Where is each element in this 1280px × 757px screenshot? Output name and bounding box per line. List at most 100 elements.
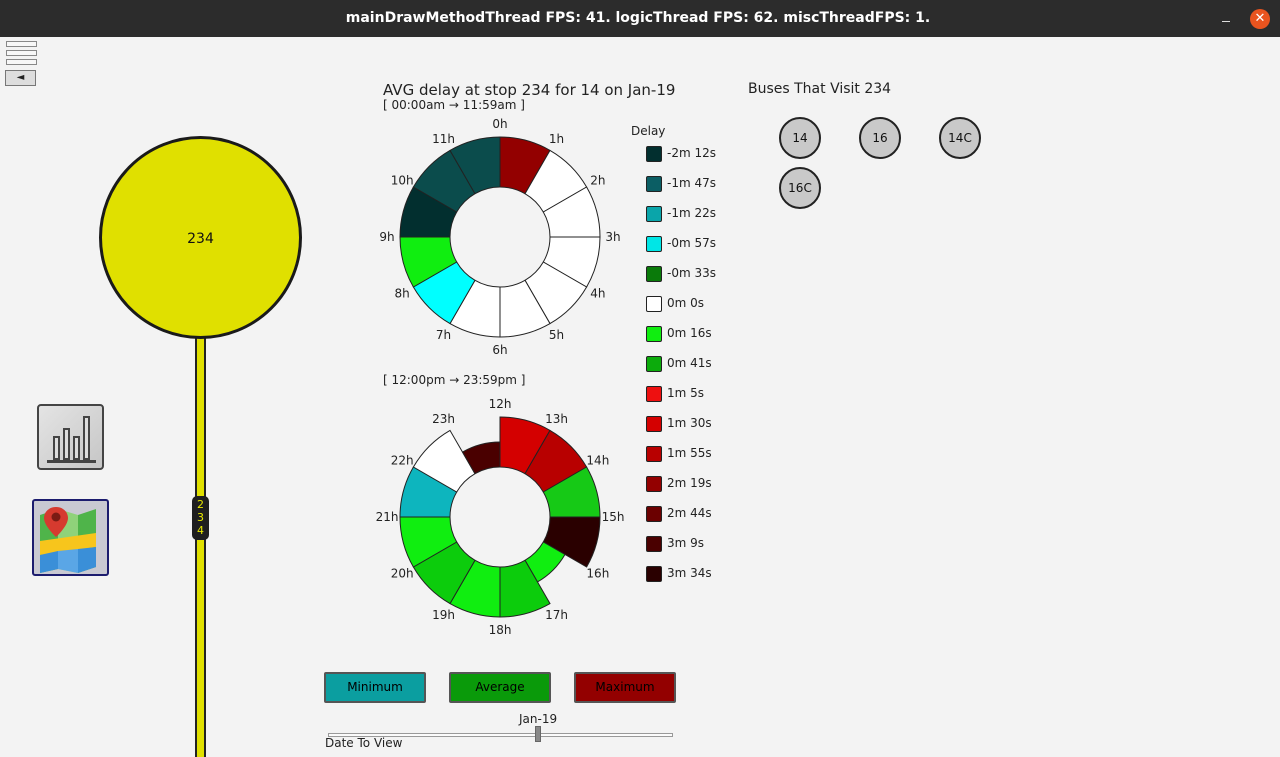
dial-hour-label: 1h bbox=[549, 132, 564, 146]
legend-label: 1m 5s bbox=[667, 386, 705, 400]
legend-label: 0m 16s bbox=[667, 326, 712, 340]
dial-hour-label: 21h bbox=[376, 510, 399, 524]
legend-item: 3m 34s bbox=[646, 565, 736, 595]
legend-label: 1m 55s bbox=[667, 446, 712, 460]
dial-hour-label: 18h bbox=[489, 623, 512, 637]
legend-swatch bbox=[646, 296, 662, 312]
pm-range-label: [ 12:00pm → 23:59pm ] bbox=[383, 373, 526, 387]
legend-label: 3m 9s bbox=[667, 536, 705, 550]
dial-hour-label: 14h bbox=[586, 454, 609, 468]
legend-label: 0m 41s bbox=[667, 356, 712, 370]
date-slider-thumb[interactable] bbox=[535, 726, 542, 742]
bus-route-chip[interactable]: 14 bbox=[779, 117, 821, 159]
minimize-icon bbox=[1222, 21, 1230, 22]
dial-hour-label: 5h bbox=[549, 328, 564, 342]
buses-title: Buses That Visit 234 bbox=[748, 81, 892, 97]
legend-item: -1m 22s bbox=[646, 205, 736, 235]
legend-label: -1m 47s bbox=[667, 176, 716, 190]
map-pin-icon bbox=[40, 507, 96, 573]
dial-hour-label: 23h bbox=[432, 412, 455, 426]
dial-hour-label: 17h bbox=[545, 608, 568, 622]
legend-label: -0m 33s bbox=[667, 266, 716, 280]
legend-item: 0m 0s bbox=[646, 295, 736, 325]
bus-route-chip[interactable]: 16C bbox=[779, 167, 821, 209]
dial-hour-label: 20h bbox=[391, 567, 414, 581]
dial-hour-label: 6h bbox=[492, 343, 507, 357]
stop-circle[interactable]: 234 bbox=[99, 136, 302, 339]
legend-label: -0m 57s bbox=[667, 236, 716, 250]
bus-route-chip[interactable]: 14C bbox=[939, 117, 981, 159]
legend-swatch bbox=[646, 146, 662, 162]
legend-swatch bbox=[646, 416, 662, 432]
dial-hour-label: 7h bbox=[436, 328, 451, 342]
dial-hour-label: 13h bbox=[545, 412, 568, 426]
date-value: Jan-19 bbox=[519, 712, 558, 726]
pm-delay-dial: 12h 13h 14h 15h 16h 17h 18h 19h 20h 21h 22h 23h bbox=[376, 397, 625, 637]
legend-title: Delay bbox=[631, 124, 666, 138]
legend-swatch bbox=[646, 176, 662, 192]
am-delay-dial: 0h 1h 2h 3h 4h 5h 6h 7h 8h 9h 10h 11h bbox=[379, 117, 620, 357]
dial-hour-label: 10h bbox=[391, 174, 414, 188]
collapse-button[interactable]: ◄ bbox=[5, 70, 36, 86]
bar-chart-icon bbox=[47, 416, 96, 463]
legend-label: 0m 0s bbox=[667, 296, 705, 310]
dial-hour-label: 9h bbox=[379, 230, 394, 244]
chart-view-button[interactable] bbox=[37, 404, 104, 470]
legend-item: 1m 5s bbox=[646, 385, 736, 415]
legend-label: -2m 12s bbox=[667, 146, 716, 160]
dial-hour-label: 0h bbox=[492, 117, 507, 131]
legend-item: 2m 19s bbox=[646, 475, 736, 505]
legend-swatch bbox=[646, 506, 662, 522]
dial-hour-label: 12h bbox=[489, 397, 512, 411]
dial-hour-label: 2h bbox=[590, 174, 605, 188]
dial-hour-label: 4h bbox=[590, 287, 605, 301]
menu-icon[interactable] bbox=[6, 41, 37, 67]
legend-item: -0m 33s bbox=[646, 265, 736, 295]
dial-hour-label: 19h bbox=[432, 608, 455, 622]
maximum-button[interactable]: Maximum bbox=[574, 672, 676, 703]
legend-swatch bbox=[646, 536, 662, 552]
legend-swatch bbox=[646, 446, 662, 462]
legend-swatch bbox=[646, 476, 662, 492]
legend-item: -2m 12s bbox=[646, 145, 736, 175]
legend-swatch bbox=[646, 266, 662, 282]
minimize-button[interactable] bbox=[1216, 9, 1236, 29]
average-button[interactable]: Average bbox=[449, 672, 551, 703]
stop-marker-label: 2 3 4 bbox=[197, 498, 204, 537]
legend-item: 0m 41s bbox=[646, 355, 736, 385]
close-button[interactable]: ✕ bbox=[1250, 9, 1270, 29]
legend-item: -0m 57s bbox=[646, 235, 736, 265]
legend-swatch bbox=[646, 236, 662, 252]
delay-legend: -2m 12s -1m 47s -1m 22s -0m 57s -0m 33s 0m 0s… bbox=[646, 145, 736, 595]
date-slider-label: Date To View bbox=[325, 736, 403, 750]
legend-item: 0m 16s bbox=[646, 325, 736, 355]
legend-swatch bbox=[646, 326, 662, 342]
minimum-button[interactable]: Minimum bbox=[324, 672, 426, 703]
legend-item: 1m 30s bbox=[646, 415, 736, 445]
legend-item: -1m 47s bbox=[646, 175, 736, 205]
window-titlebar: mainDrawMethodThread FPS: 41. logicThrea… bbox=[0, 0, 1280, 37]
legend-item: 3m 9s bbox=[646, 535, 736, 565]
dial-hour-label: 22h bbox=[391, 454, 414, 468]
legend-swatch bbox=[646, 386, 662, 402]
legend-swatch bbox=[646, 206, 662, 222]
legend-label: 3m 34s bbox=[667, 566, 712, 580]
route-line bbox=[195, 330, 206, 757]
legend-swatch bbox=[646, 566, 662, 582]
bus-route-chip[interactable]: 16 bbox=[859, 117, 901, 159]
dial-hour-label: 15h bbox=[602, 510, 625, 524]
stop-marker[interactable]: 2 3 4 bbox=[192, 496, 209, 540]
legend-label: -1m 22s bbox=[667, 206, 716, 220]
legend-label: 2m 44s bbox=[667, 506, 712, 520]
stop-name: 234 bbox=[187, 231, 214, 247]
panel-title: AVG delay at stop 234 for 14 on Jan-19 bbox=[383, 81, 676, 99]
dial-hour-label: 8h bbox=[395, 287, 410, 301]
dial-hour-label: 11h bbox=[432, 132, 455, 146]
legend-item: 2m 44s bbox=[646, 505, 736, 535]
window-title: mainDrawMethodThread FPS: 41. logicThrea… bbox=[345, 10, 931, 26]
legend-item: 1m 55s bbox=[646, 445, 736, 475]
dial-hour-label: 16h bbox=[586, 567, 609, 581]
legend-label: 1m 30s bbox=[667, 416, 712, 430]
map-view-button[interactable] bbox=[32, 499, 109, 576]
legend-label: 2m 19s bbox=[667, 476, 712, 490]
